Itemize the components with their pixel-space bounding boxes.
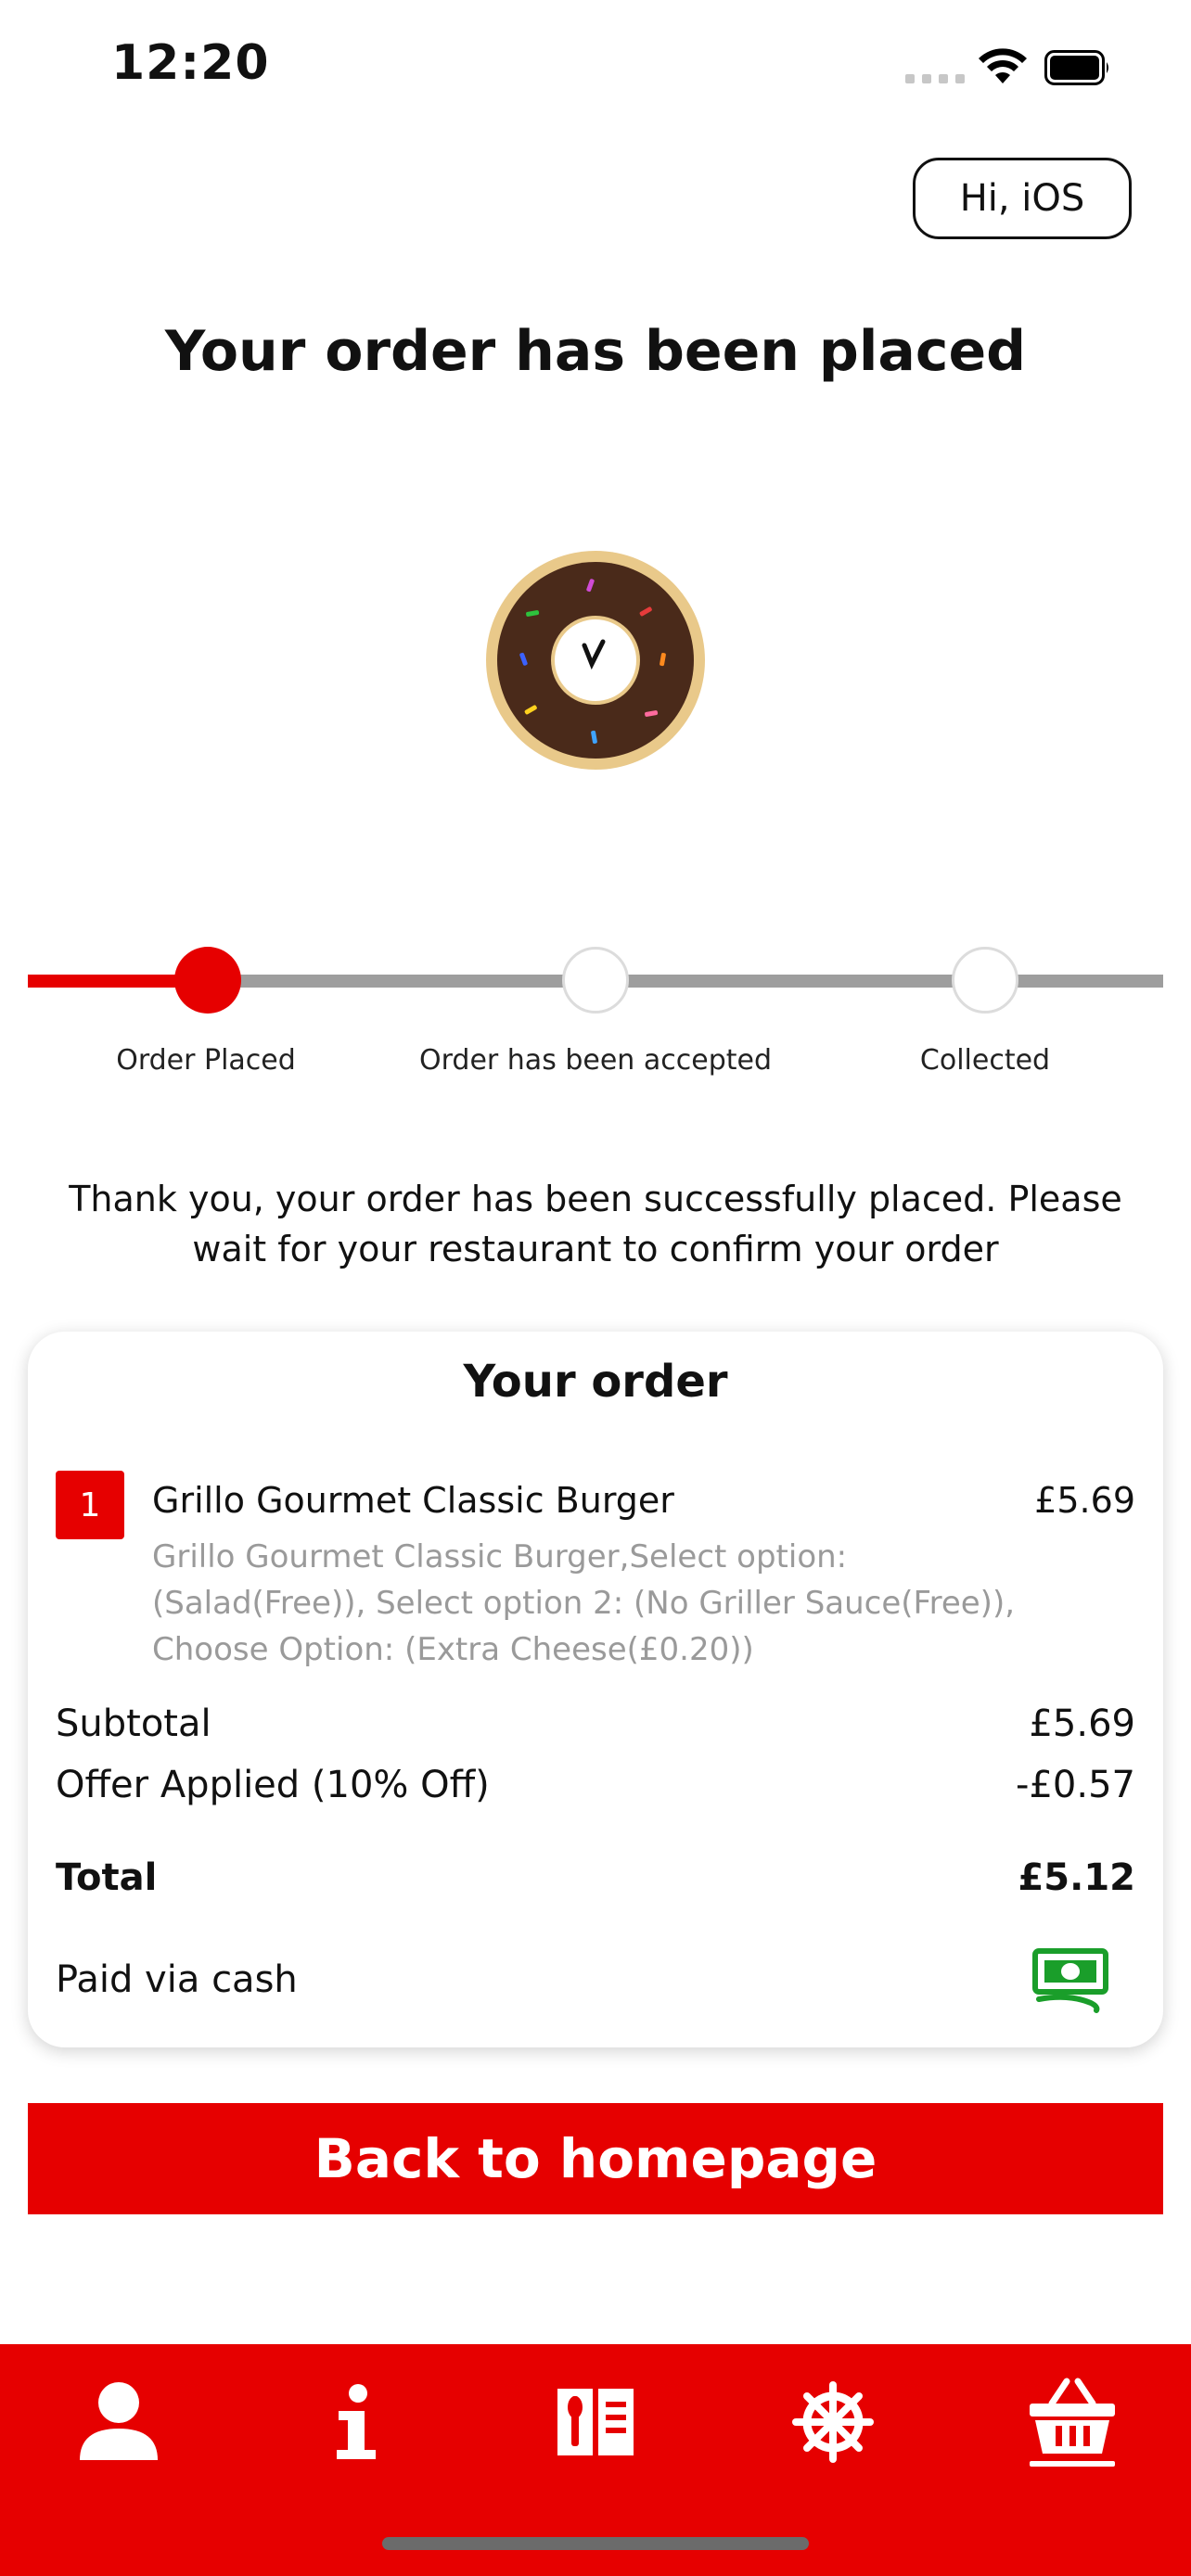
offer-value: -£0.57 xyxy=(1016,1764,1135,1806)
cash-icon xyxy=(1032,1948,1108,2013)
payment-method-label: Paid via cash xyxy=(56,1958,298,2001)
offer-label: Offer Applied (10% Off) xyxy=(56,1764,490,1806)
basket-icon xyxy=(1030,2378,1115,2467)
subtotal-label: Subtotal xyxy=(56,1702,211,1745)
confirmation-message: Thank you, your order has been successfu… xyxy=(69,1179,1122,1269)
step-dot-collected xyxy=(952,947,1018,1014)
total-value: £5.12 xyxy=(1018,1856,1135,1899)
progress-track-remaining xyxy=(208,975,1163,988)
order-summary-card: Your order 1 Grillo Gourmet Classic Burg… xyxy=(28,1332,1163,2047)
step-label: Order Placed xyxy=(116,1044,296,1077)
back-to-homepage-button[interactable]: Back to homepage xyxy=(28,2103,1163,2214)
person-icon xyxy=(80,2382,158,2460)
item-price: £5.69 xyxy=(1034,1480,1135,1521)
item-name: Grillo Gourmet Classic Burger xyxy=(152,1480,674,1521)
step-dot-accepted xyxy=(562,947,629,1014)
status-time: 12:20 xyxy=(111,35,270,91)
order-progress xyxy=(28,944,1163,1018)
battery-icon xyxy=(1044,50,1108,85)
item-quantity-badge: 1 xyxy=(56,1471,124,1539)
nav-item-settings[interactable] xyxy=(777,2366,889,2478)
nav-item-menu[interactable] xyxy=(540,2366,651,2478)
total-label: Total xyxy=(56,1856,158,1899)
page-title: Your order has been placed xyxy=(164,319,1027,384)
settings-wheel-icon xyxy=(792,2381,874,2463)
step-label: Collected xyxy=(919,1044,1051,1077)
step-label: Order has been accepted xyxy=(419,1044,772,1077)
step-dot-order-placed xyxy=(174,947,241,1014)
cellular-signal-icon xyxy=(905,74,965,83)
wifi-icon xyxy=(979,48,1027,83)
nav-item-profile[interactable] xyxy=(63,2366,174,2478)
home-indicator xyxy=(382,2537,809,2550)
nav-item-info[interactable] xyxy=(301,2366,412,2478)
nav-item-basket[interactable] xyxy=(1017,2366,1128,2478)
greeting-button[interactable]: Hi, iOS xyxy=(913,158,1132,239)
item-description: Grillo Gourmet Classic Burger,Select opt… xyxy=(152,1538,1016,1668)
subtotal-value: £5.69 xyxy=(1029,1702,1135,1745)
order-card-title: Your order xyxy=(463,1356,728,1408)
menu-icon xyxy=(557,2389,634,2455)
info-icon xyxy=(337,2384,376,2459)
donut-clock-icon xyxy=(486,551,705,770)
